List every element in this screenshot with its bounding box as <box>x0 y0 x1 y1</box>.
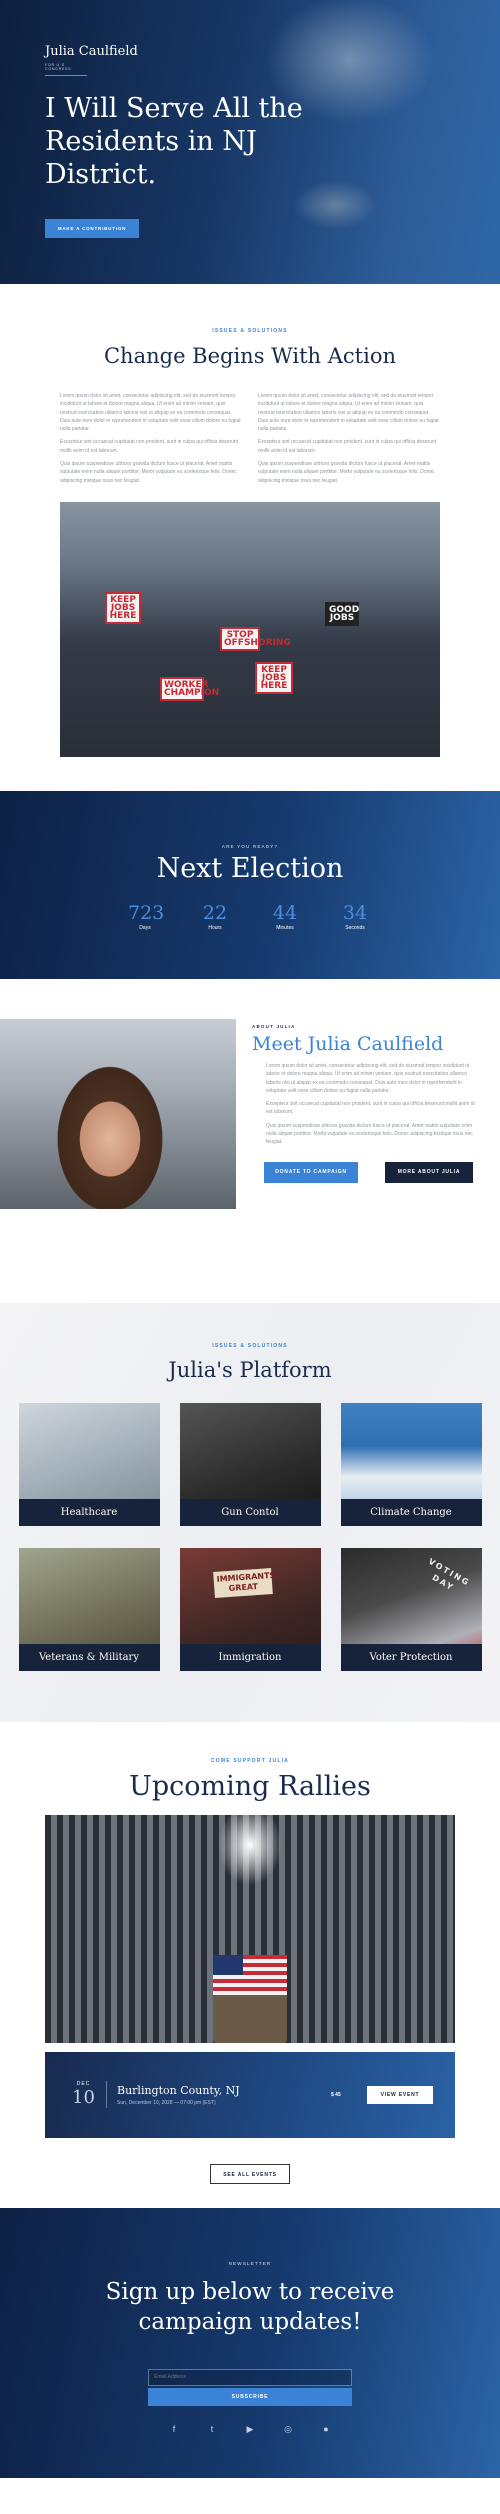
protest-sign: KEEP JOBS HERE <box>255 661 293 694</box>
issues-kicker: ISSUES & SOLUTIONS <box>212 328 288 334</box>
rallies-section: COME SUPPORT JULIA Upcoming Rallies DEC … <box>0 1722 500 2208</box>
protest-sign: STOP OFFSHORING <box>220 626 291 651</box>
immigrants-sign: IMMIGRANTS GREAT <box>212 1567 275 1598</box>
platform-card-climate-change[interactable]: Climate Change <box>340 1402 482 1526</box>
platform-section: ISSUES & SOLUTIONS Julia's Platform Heal… <box>0 1302 500 1722</box>
about-section: ABOUT JULIA Meet Julia Caulfield Lorem i… <box>0 979 500 1303</box>
protest-photo: KEEP JOBS HERE STOP OFFSHORING KEEP JOBS… <box>60 501 440 757</box>
voting-day-sign: VOTING DAY <box>426 1556 472 1593</box>
site-logo[interactable]: Julia Caulfield FOR U.S. CONGRESS <box>45 44 138 76</box>
countdown-label: Minutes <box>276 924 294 931</box>
card-label: Immigration <box>179 1643 321 1671</box>
instagram-icon[interactable]: ◎ <box>283 2424 293 2435</box>
about-paragraph: Excepteur sint occaecat cupidatat non pr… <box>266 1101 475 1116</box>
countdown-label: Days <box>139 924 151 931</box>
about-paragraph: Lorem ipsum dolor sit amet, consectetur … <box>266 1062 470 1094</box>
countdown-seconds: 34 Seconds <box>338 902 372 931</box>
countdown-label: Hours <box>208 924 222 931</box>
see-all-events-button[interactable]: SEE ALL EVENTS <box>210 2163 290 2184</box>
countdown-value: 34 <box>342 901 368 924</box>
event-datetime: Sun, December 10, 2028 — 07:00 pm (EST) <box>117 2099 216 2106</box>
countdown-value: 22 <box>202 901 228 924</box>
issues-column-right: Lorem ipsum dolor sit amet, consectetur … <box>258 392 440 490</box>
issues-paragraph: Lorem ipsum dolor sit amet, consectetur … <box>258 393 439 433</box>
julia-portrait <box>0 1018 236 1209</box>
about-paragraph: Quis ipsum suspendisse ultrices gravida … <box>266 1122 473 1146</box>
issues-paragraph: Quis ipsum suspendisse ultrices gravida … <box>60 461 237 484</box>
platform-card-healthcare[interactable]: Healthcare <box>18 1402 160 1526</box>
countdown-minutes: 44 Minutes <box>268 902 302 931</box>
hero-section: Julia Caulfield FOR U.S. CONGRESS I Will… <box>0 0 500 284</box>
platform-card-voter-protection[interactable]: VOTING DAY Voter Protection <box>340 1547 482 1671</box>
about-title: Meet Julia Caulfield <box>252 1032 444 1055</box>
platform-card-veterans[interactable]: Veterans & Military <box>18 1547 160 1671</box>
newsletter-kicker: NEWSLETTER <box>228 2260 272 2266</box>
countdown-value: 723 <box>128 901 165 924</box>
social-links: f t ▶ ◎ ● <box>0 2424 500 2435</box>
platform-card-gun-control[interactable]: Gun Contol <box>179 1402 321 1526</box>
card-label: Voter Protection <box>340 1643 482 1671</box>
issues-paragraph: Excepteur sint occaecat cupidatat non pr… <box>258 439 437 454</box>
rally-hall-photo <box>45 1814 455 2043</box>
contribution-button[interactable]: MAKE A CONTRIBUTION <box>45 219 139 238</box>
reddit-icon[interactable]: ● <box>321 2424 331 2435</box>
rallies-title: Upcoming Rallies <box>129 1770 371 1802</box>
election-countdown-section: ARE YOU READY? Next Election 723 Days 22… <box>0 790 500 979</box>
protest-sign: KEEP JOBS HERE <box>105 591 141 624</box>
logo-name: Julia Caulfield <box>45 44 138 59</box>
protest-sign: GOOD JOBS <box>325 601 359 626</box>
card-label: Healthcare <box>18 1498 160 1526</box>
card-label: Veterans & Military <box>18 1643 160 1671</box>
hero-headline: I Will Serve All the Residents in NJ Dis… <box>45 93 303 190</box>
platform-title: Julia's Platform <box>168 1357 332 1382</box>
logo-subtitle: FOR U.S. CONGRESS <box>45 63 87 76</box>
event-card: DEC 10 Burlington County, NJ Sun, Decemb… <box>45 2051 455 2138</box>
countdown-days: 723 Days <box>128 901 165 931</box>
issues-column-left: Lorem ipsum dolor sit amet, consectetur … <box>60 392 242 490</box>
election-kicker: ARE YOU READY? <box>221 843 279 849</box>
platform-kicker: ISSUES & SOLUTIONS <box>212 1342 288 1349</box>
platform-card-immigration[interactable]: IMMIGRANTS GREAT Immigration <box>179 1547 321 1671</box>
election-title: Next Election <box>156 852 344 884</box>
view-event-button[interactable]: VIEW EVENT <box>367 2085 433 2104</box>
event-title: Burlington County, NJ <box>117 2083 240 2097</box>
subscribe-button[interactable]: SUBSCRIBE <box>148 2387 352 2406</box>
countdown: 723 Days 22 Hours 44 Minutes 34 Seconds <box>0 902 500 931</box>
youtube-icon[interactable]: ▶ <box>245 2424 255 2435</box>
newsletter-section: NEWSLETTER Sign up below to receive camp… <box>0 2207 500 2478</box>
email-input[interactable] <box>148 2368 352 2386</box>
issues-paragraph: Quis ipsum suspendisse ultrices gravida … <box>258 461 435 484</box>
facebook-icon[interactable]: f <box>169 2424 179 2435</box>
about-kicker: ABOUT JULIA <box>252 1023 296 1029</box>
event-day: 10 <box>72 2087 95 2109</box>
rallies-kicker: COME SUPPORT JULIA <box>211 1757 289 1764</box>
event-price: $ 45 <box>331 2091 341 2098</box>
issues-section: ISSUES & SOLUTIONS Change Begins With Ac… <box>0 284 500 791</box>
twitter-icon[interactable]: t <box>207 2424 217 2435</box>
card-label: Gun Contol <box>179 1498 321 1526</box>
us-flag-canton <box>213 1954 243 1975</box>
donate-button[interactable]: DONATE TO CAMPAIGN <box>264 1161 358 1183</box>
protest-sign: WORKER CHAMPION <box>160 676 219 701</box>
more-about-button[interactable]: MORE ABOUT JULIA <box>385 1161 473 1183</box>
issues-title: Change Begins With Action <box>103 344 396 368</box>
event-date: DEC 10 <box>61 2081 107 2109</box>
countdown-value: 44 <box>272 901 298 924</box>
card-label: Climate Change <box>340 1498 482 1526</box>
newsletter-title: Sign up below to receive campaign update… <box>105 2278 395 2335</box>
issues-paragraph: Lorem ipsum dolor sit amet, consectetur … <box>60 393 241 433</box>
countdown-label: Seconds <box>345 924 365 931</box>
issues-paragraph: Excepteur sint occaecat cupidatat non pr… <box>60 439 239 454</box>
countdown-hours: 22 Hours <box>198 902 232 931</box>
